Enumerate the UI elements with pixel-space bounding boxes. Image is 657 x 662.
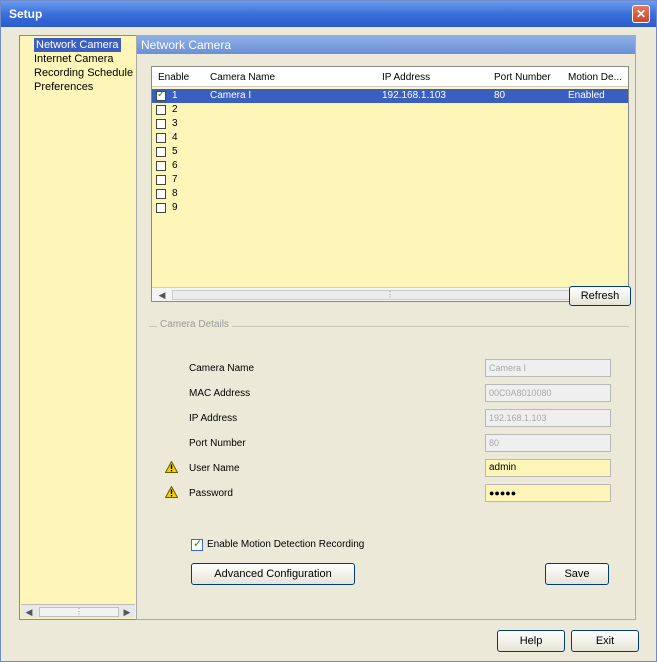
row-number: 1 — [172, 90, 178, 101]
sidebar-horizontal-scrollbar[interactable]: ◀ ⋮ ▶ — [21, 604, 135, 618]
table-horizontal-scrollbar[interactable]: ◀ ⋮ ▶ — [152, 287, 628, 301]
cell-camera-name: Camera I — [210, 90, 252, 101]
user-name-label: User Name — [189, 463, 240, 474]
port-number-label: Port Number — [189, 438, 246, 449]
row-enable-checkbox[interactable] — [156, 89, 166, 101]
row-number: 3 — [172, 118, 178, 129]
row-enable-checkbox[interactable] — [156, 133, 166, 143]
row-number: 9 — [172, 202, 178, 213]
panel-header: Network Camera — [137, 36, 635, 54]
ip-address-field[interactable]: 192.168.1.103 — [485, 409, 611, 427]
motion-recording-label[interactable]: Enable Motion Detection Recording — [207, 539, 364, 550]
row-number: 7 — [172, 174, 178, 185]
help-button[interactable]: Help — [497, 630, 565, 652]
mac-address-label: MAC Address — [189, 388, 251, 399]
password-field[interactable]: ●●●●● — [485, 484, 611, 502]
scroll-left-icon[interactable]: ◀ — [23, 606, 35, 618]
table-row[interactable]: 1 Camera I 192.168.1.103 80 Enabled — [152, 89, 628, 103]
camera-details-group: Camera Details Camera Name Camera I MAC … — [149, 319, 629, 606]
scroll-right-icon[interactable]: ▶ — [121, 606, 133, 618]
table-row[interactable]: 5 — [152, 145, 628, 159]
sidebar-item-recording-schedule[interactable]: Recording Schedule — [34, 66, 133, 80]
cell-port-number: 80 — [494, 90, 506, 101]
camera-name-label: Camera Name — [189, 363, 255, 374]
row-enable-checkbox[interactable] — [156, 175, 166, 185]
title-bar[interactable]: Setup ✕ — [1, 1, 656, 27]
setup-window: Setup ✕ Network Camera Internet Camera R… — [0, 0, 657, 662]
scroll-thumb[interactable]: ⋮ — [172, 290, 608, 300]
table-row[interactable]: 9 — [152, 201, 628, 215]
column-header-enable[interactable]: Enable — [158, 72, 189, 83]
table-row[interactable]: 8 — [152, 187, 628, 201]
cell-motion-detection: Enabled — [568, 90, 605, 101]
column-header-camera-name[interactable]: Camera Name — [210, 72, 275, 83]
warning-icon — [165, 486, 178, 498]
group-title: Camera Details — [157, 319, 232, 330]
column-header-port-number[interactable]: Port Number — [494, 72, 551, 83]
row-enable-checkbox[interactable] — [156, 161, 166, 171]
column-header-motion-detection[interactable]: Motion De... — [568, 72, 622, 83]
camera-list-table: Enable Camera Name IP Address Port Numbe… — [151, 66, 629, 302]
mac-address-field[interactable]: 00C0A8010080 — [485, 384, 611, 402]
window-title: Setup — [9, 7, 43, 21]
settings-sidebar: Network Camera Internet Camera Recording… — [19, 35, 137, 620]
row-enable-checkbox[interactable] — [156, 105, 166, 115]
column-header-ip-address[interactable]: IP Address — [382, 72, 430, 83]
table-row[interactable]: 2 — [152, 103, 628, 117]
row-number: 6 — [172, 160, 178, 171]
table-row[interactable]: 7 — [152, 173, 628, 187]
sidebar-item-internet-camera[interactable]: Internet Camera — [34, 52, 113, 66]
table-row[interactable]: 3 — [152, 117, 628, 131]
row-number: 5 — [172, 146, 178, 157]
close-button[interactable]: ✕ — [632, 5, 650, 23]
refresh-button[interactable]: Refresh — [569, 286, 631, 306]
exit-button[interactable]: Exit — [571, 630, 639, 652]
password-label: Password — [189, 488, 233, 499]
camera-name-field[interactable]: Camera I — [485, 359, 611, 377]
row-enable-checkbox[interactable] — [156, 119, 166, 129]
row-number: 4 — [172, 132, 178, 143]
warning-icon — [165, 461, 178, 473]
user-name-field[interactable]: admin — [485, 459, 611, 477]
sidebar-item-preferences[interactable]: Preferences — [34, 80, 93, 94]
row-enable-checkbox[interactable] — [156, 189, 166, 199]
table-header: Enable Camera Name IP Address Port Numbe… — [152, 67, 628, 87]
sidebar-item-network-camera[interactable]: Network Camera — [34, 38, 121, 52]
cell-ip-address: 192.168.1.103 — [382, 90, 446, 101]
save-button[interactable]: Save — [545, 563, 609, 585]
ip-address-label: IP Address — [189, 413, 238, 424]
row-number: 2 — [172, 104, 178, 115]
table-row[interactable]: 4 — [152, 131, 628, 145]
row-enable-checkbox[interactable] — [156, 147, 166, 157]
row-number: 8 — [172, 188, 178, 199]
advanced-configuration-button[interactable]: Advanced Configuration — [191, 563, 355, 585]
motion-recording-checkbox[interactable] — [191, 537, 203, 551]
row-enable-checkbox[interactable] — [156, 203, 166, 213]
scroll-thumb[interactable]: ⋮ — [39, 607, 119, 617]
scroll-left-icon[interactable]: ◀ — [156, 289, 168, 301]
network-camera-panel: Network Camera Enable Camera Name IP Add… — [136, 35, 636, 620]
table-row[interactable]: 6 — [152, 159, 628, 173]
port-number-field[interactable]: 80 — [485, 434, 611, 452]
